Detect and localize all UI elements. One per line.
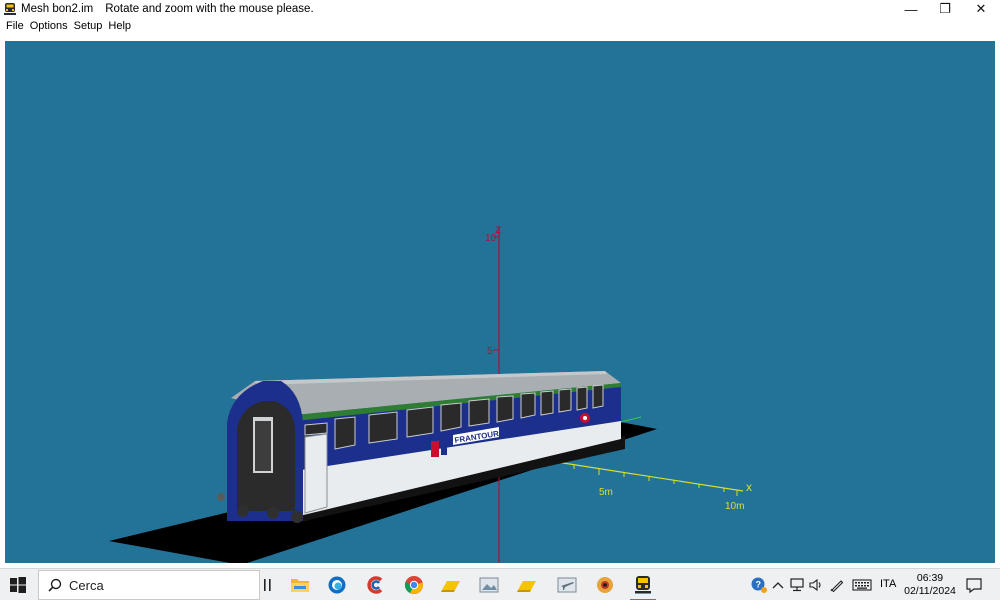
tray-language[interactable]: ITA <box>880 578 896 590</box>
title-bar: Mesh bon2.im Rotate and zoom with the mo… <box>0 0 1000 18</box>
svg-text:?: ? <box>756 580 762 590</box>
tray-pen-icon[interactable] <box>828 569 846 600</box>
chevron-up-icon <box>772 582 784 589</box>
taskbar-airplane-app[interactable] <box>550 572 584 598</box>
tray-volume-icon[interactable] <box>807 569 825 600</box>
speaker-icon <box>809 578 821 592</box>
chrome-icon <box>404 576 423 594</box>
edge-browser-icon <box>328 576 346 594</box>
ccleaner-icon <box>367 576 383 594</box>
tray-help-icon[interactable]: ? <box>749 569 769 600</box>
minimize-button[interactable]: — <box>893 0 929 18</box>
x-axis-label: x <box>746 480 752 494</box>
taskbar-train-app[interactable] <box>626 572 660 600</box>
close-button[interactable]: ✕ <box>963 0 999 18</box>
taskbar-yellow-app-2[interactable] <box>510 572 544 598</box>
search-icon <box>48 578 62 592</box>
search-placeholder: Cerca <box>69 577 104 593</box>
folder-icon <box>291 579 309 592</box>
airplane-icon <box>557 577 577 593</box>
notification-icon[interactable] <box>965 576 983 594</box>
image-viewer-icon <box>479 577 499 593</box>
yellow-shape-icon <box>517 581 536 592</box>
x-tick-label-10m: 10m <box>725 501 744 512</box>
task-view-icon <box>264 579 271 591</box>
clock-time: 06:39 <box>916 572 944 584</box>
tray-keyboard-icon[interactable] <box>851 569 873 600</box>
taskbar-yellow-app[interactable] <box>434 572 468 598</box>
menu-options[interactable]: Options <box>28 20 72 32</box>
taskbar-chrome[interactable] <box>397 572 431 598</box>
network-icon <box>790 578 804 592</box>
taskbar-ccleaner[interactable] <box>359 572 393 598</box>
yellow-shape-icon <box>441 581 460 592</box>
task-view-button[interactable] <box>254 572 282 598</box>
tray-chevron-up-icon[interactable] <box>770 569 786 600</box>
x-tick-label-5m: 5m <box>599 487 613 498</box>
menu-file[interactable]: File <box>4 20 28 32</box>
taskbar-file-explorer[interactable] <box>283 572 317 598</box>
scene-canvas[interactable]: z 10 5 x 5m 10m FRANTOUR FRANTOUR <box>5 41 995 563</box>
tray-network-icon[interactable] <box>788 569 806 600</box>
eye-icon <box>597 577 613 593</box>
restore-button[interactable]: ❐ <box>927 0 963 18</box>
help-tray-icon: ? <box>751 577 767 593</box>
menu-help[interactable]: Help <box>106 20 135 32</box>
menu-setup[interactable]: Setup <box>72 20 107 32</box>
taskbar-edge[interactable] <box>320 572 354 598</box>
clock-date: 02/11/2024 <box>904 585 956 597</box>
train-app-icon <box>635 576 651 594</box>
z-tick-label-5: 5 <box>487 346 493 357</box>
window-title: Mesh bon2.im <box>21 3 94 15</box>
taskbar: Cerca ? ITA 06:39 02/11/2024 <box>0 568 1000 600</box>
pen-icon <box>830 580 844 592</box>
keyboard-icon <box>852 579 872 591</box>
menu-bar: File Options Setup Help <box>0 18 1000 34</box>
3d-viewport[interactable]: z 10 5 x 5m 10m FRANTOUR FRANTOUR <box>5 41 995 563</box>
windows-start-icon[interactable] <box>9 576 27 594</box>
taskbar-search-box[interactable]: Cerca <box>38 570 260 600</box>
taskbar-image-viewer[interactable] <box>472 572 506 598</box>
train-app-icon <box>4 3 16 15</box>
z-tick-label-10: 10 <box>485 233 497 244</box>
taskbar-eye-app[interactable] <box>588 572 622 598</box>
tray-clock[interactable]: 06:39 02/11/2024 <box>900 572 960 598</box>
window-hint: Rotate and zoom with the mouse please. <box>105 3 314 15</box>
